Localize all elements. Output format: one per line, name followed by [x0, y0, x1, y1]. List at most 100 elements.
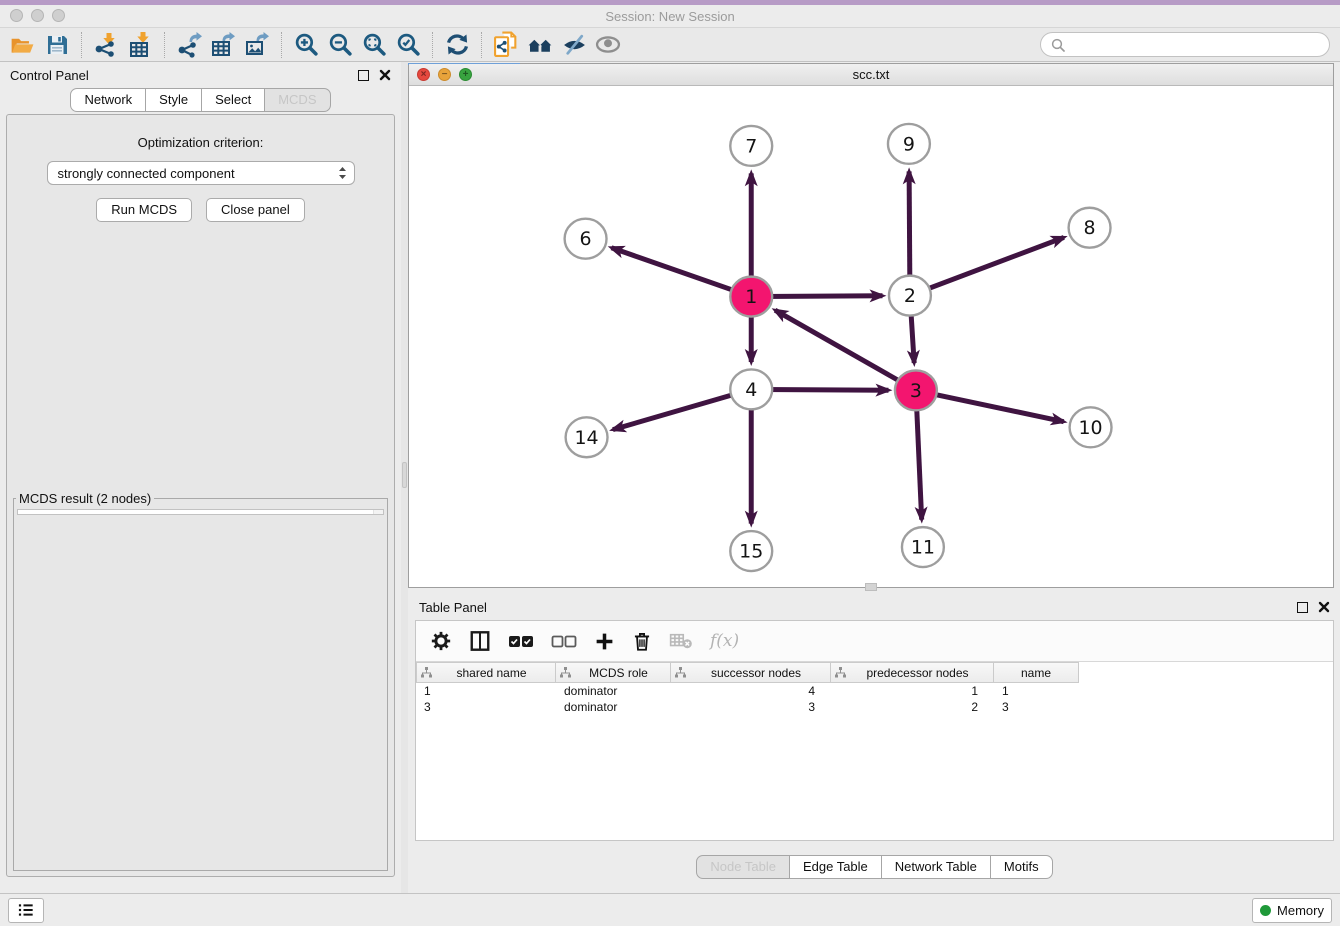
- function-builder-icon: f(x): [710, 631, 739, 651]
- open-folder-icon[interactable]: [6, 30, 40, 60]
- canvas-resize-handle[interactable]: [865, 583, 877, 591]
- splitter-handle[interactable]: [402, 462, 407, 488]
- tab-mcds[interactable]: MCDS: [264, 88, 330, 112]
- graph-node-7[interactable]: 7: [730, 126, 772, 166]
- export-network-icon[interactable]: [172, 30, 206, 60]
- run-mcds-button[interactable]: Run MCDS: [96, 198, 192, 222]
- mcds-panel: Optimization criterion: strongly connect…: [6, 114, 395, 877]
- dropdown-stepper-icon: [337, 165, 348, 181]
- network-maximize-button[interactable]: +: [459, 68, 472, 81]
- show-all-icon[interactable]: [591, 30, 625, 60]
- column-header-name[interactable]: name: [994, 662, 1079, 683]
- network-window-titlebar[interactable]: × − + scc.txt: [409, 64, 1333, 86]
- tab-network[interactable]: Network: [70, 88, 146, 112]
- import-network-icon[interactable]: [89, 30, 123, 60]
- delete-column-icon[interactable]: [632, 630, 652, 652]
- zoom-in-icon[interactable]: [289, 30, 323, 60]
- float-panel-icon[interactable]: [358, 70, 369, 81]
- table-cell[interactable]: 4: [671, 684, 831, 698]
- export-image-icon[interactable]: [240, 30, 274, 60]
- delete-table-icon: [669, 632, 693, 650]
- tab-edge-table[interactable]: Edge Table: [789, 855, 882, 879]
- criterion-dropdown[interactable]: strongly connected component: [47, 161, 355, 185]
- zoom-selected-icon[interactable]: [391, 30, 425, 60]
- toolbar-separator: [164, 32, 165, 58]
- close-panel-icon[interactable]: [1318, 601, 1330, 613]
- add-column-icon[interactable]: [594, 631, 615, 652]
- table-row[interactable]: 1dominator411: [416, 683, 1333, 699]
- graph-node-4[interactable]: 4: [730, 369, 772, 409]
- svg-text:4: 4: [745, 379, 757, 401]
- search-input[interactable]: [1071, 37, 1319, 52]
- mcds-result-text[interactable]: 13: [17, 509, 384, 515]
- first-neighbors-icon[interactable]: [523, 30, 557, 60]
- table-cell[interactable]: 1: [994, 684, 1079, 698]
- graph-edge-1-6[interactable]: [611, 248, 751, 297]
- table-cell[interactable]: 3: [416, 700, 556, 714]
- unselect-all-columns-icon[interactable]: [551, 633, 577, 649]
- select-all-columns-icon[interactable]: [508, 633, 534, 649]
- export-table-icon[interactable]: [206, 30, 240, 60]
- graph-node-6[interactable]: 6: [565, 219, 607, 259]
- svg-text:11: 11: [911, 537, 935, 559]
- graph-edge-3-1[interactable]: [775, 310, 916, 390]
- tab-node-table[interactable]: Node Table: [696, 855, 790, 879]
- memory-button[interactable]: Memory: [1252, 898, 1332, 923]
- mcds-result-title: MCDS result (2 nodes): [16, 491, 154, 506]
- refresh-icon[interactable]: [440, 30, 474, 60]
- graph-node-1[interactable]: 1: [730, 277, 772, 317]
- task-history-button[interactable]: [8, 898, 44, 923]
- table-cell[interactable]: 2: [831, 700, 994, 714]
- hide-selected-icon[interactable]: [557, 30, 591, 60]
- graph-node-11[interactable]: 11: [902, 527, 944, 567]
- close-panel-button[interactable]: Close panel: [206, 198, 305, 222]
- network-canvas[interactable]: 7 9 6 8 1 2 4 3 14 10 15 11: [409, 86, 1333, 587]
- zoom-out-icon[interactable]: [323, 30, 357, 60]
- svg-text:9: 9: [903, 133, 915, 155]
- table-row[interactable]: 3dominator323: [416, 699, 1333, 715]
- graph-edge-3-10[interactable]: [916, 390, 1064, 421]
- node-table[interactable]: shared nameMCDS rolesuccessor nodesprede…: [416, 662, 1333, 840]
- graph-node-15[interactable]: 15: [730, 531, 772, 571]
- network-close-button[interactable]: ×: [417, 68, 430, 81]
- vertical-splitter[interactable]: [401, 62, 408, 893]
- close-panel-icon[interactable]: [379, 69, 391, 81]
- graph-node-10[interactable]: 10: [1070, 407, 1112, 447]
- table-options-gear-icon[interactable]: [430, 630, 452, 652]
- graph-node-2[interactable]: 2: [889, 276, 931, 316]
- import-table-icon[interactable]: [123, 30, 157, 60]
- tab-motifs[interactable]: Motifs: [990, 855, 1053, 879]
- new-network-from-selection-icon[interactable]: [489, 30, 523, 60]
- table-cell[interactable]: 1: [831, 684, 994, 698]
- network-graph[interactable]: 7 9 6 8 1 2 4 3 14 10 15 11: [409, 86, 1333, 587]
- main-area: Control Panel NetworkStyleSelectMCDS Opt…: [0, 62, 1340, 893]
- column-header-mcds-role[interactable]: MCDS role: [556, 662, 671, 683]
- column-tree-icon: [675, 667, 686, 678]
- table-cell[interactable]: dominator: [556, 700, 671, 714]
- svg-text:10: 10: [1078, 417, 1102, 439]
- graph-node-3[interactable]: 3: [895, 370, 937, 410]
- svg-text:1: 1: [745, 286, 757, 308]
- tab-style[interactable]: Style: [145, 88, 202, 112]
- toggle-panel-icon[interactable]: [469, 630, 491, 652]
- network-minimize-button[interactable]: −: [438, 68, 451, 81]
- graph-node-9[interactable]: 9: [888, 124, 930, 164]
- svg-text:7: 7: [745, 135, 757, 157]
- column-header-successor-nodes[interactable]: successor nodes: [671, 662, 831, 683]
- float-panel-icon[interactable]: [1297, 602, 1308, 613]
- tab-network-table[interactable]: Network Table: [881, 855, 991, 879]
- zoom-fit-icon[interactable]: [357, 30, 391, 60]
- graph-node-8[interactable]: 8: [1069, 208, 1111, 248]
- network-window: × − + scc.txt 7 9 6 8 1 2 4 3 14 10 15 11: [408, 63, 1334, 588]
- graph-edge-2-8[interactable]: [910, 237, 1064, 295]
- table-cell[interactable]: 1: [416, 684, 556, 698]
- tab-select[interactable]: Select: [201, 88, 265, 112]
- graph-node-14[interactable]: 14: [566, 417, 608, 457]
- table-cell[interactable]: 3: [671, 700, 831, 714]
- column-header-predecessor-nodes[interactable]: predecessor nodes: [831, 662, 994, 683]
- table-cell[interactable]: 3: [994, 700, 1079, 714]
- column-header-shared-name[interactable]: shared name: [416, 662, 556, 683]
- table-cell[interactable]: dominator: [556, 684, 671, 698]
- global-search: [1040, 32, 1330, 57]
- save-icon[interactable]: [40, 30, 74, 60]
